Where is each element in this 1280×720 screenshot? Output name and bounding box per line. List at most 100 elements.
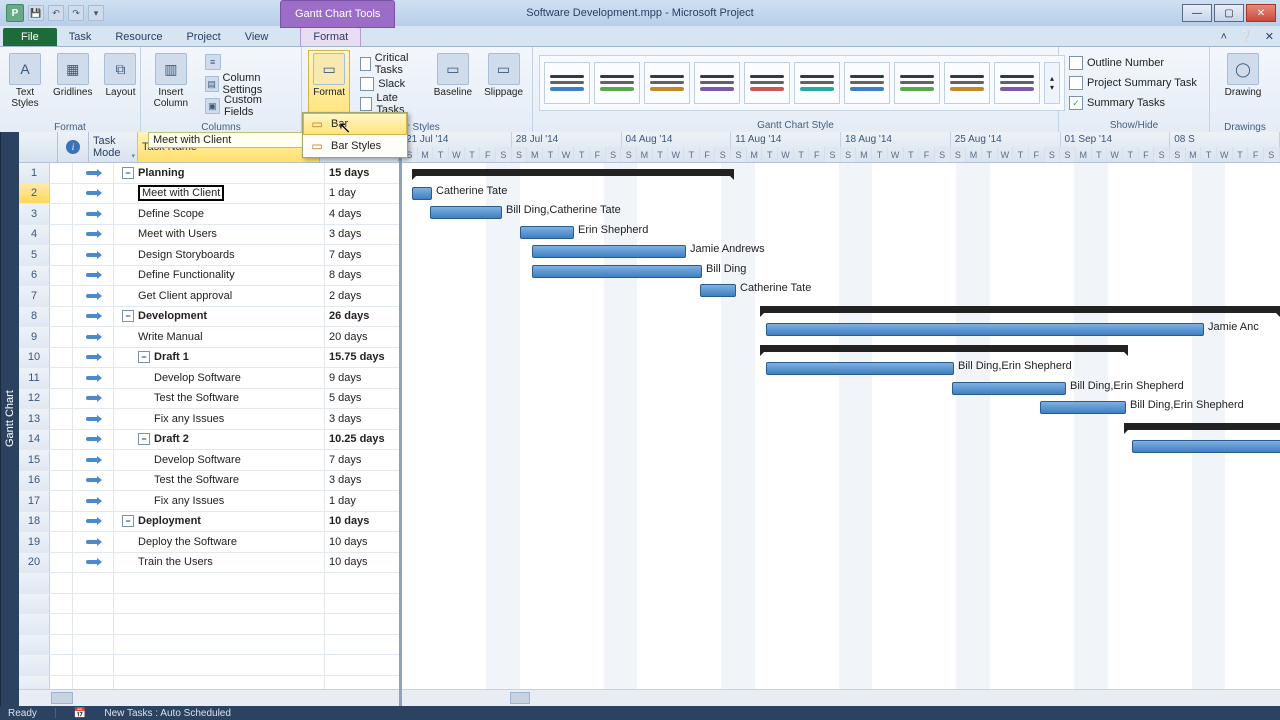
tab-task[interactable]: Task xyxy=(57,28,104,46)
task-mode-cell[interactable] xyxy=(73,163,114,183)
duration-cell[interactable]: 7 days xyxy=(325,245,399,265)
task-mode-cell[interactable] xyxy=(73,266,114,286)
duration-cell[interactable]: 4 days xyxy=(325,204,399,224)
qat-customize-icon[interactable]: ▾ xyxy=(88,5,104,21)
status-new-tasks-icon[interactable]: 📅 xyxy=(74,708,86,719)
table-row[interactable]: 15Develop Software7 days xyxy=(19,450,399,471)
task-name-cell[interactable]: Develop Software xyxy=(114,450,325,470)
row-number[interactable]: 8 xyxy=(19,307,50,327)
row-number[interactable]: 15 xyxy=(19,450,50,470)
duration-cell[interactable]: 10.25 days xyxy=(325,430,399,450)
row-number[interactable]: 19 xyxy=(19,532,50,552)
task-name-cell[interactable]: Fix any Issues xyxy=(114,491,325,511)
save-icon[interactable]: 💾 xyxy=(28,5,44,21)
task-mode-cell[interactable] xyxy=(73,471,114,491)
gantt-style-item[interactable] xyxy=(644,62,690,104)
task-bar[interactable] xyxy=(412,187,432,200)
table-row[interactable]: 11 Develop Software9 days xyxy=(19,368,399,389)
row-number[interactable]: 10 xyxy=(19,348,50,368)
task-mode-cell[interactable] xyxy=(73,225,114,245)
table-row[interactable]: 5 Design Storyboards7 days xyxy=(19,245,399,266)
format-dropdown-bar-styles[interactable]: ▭Bar Styles xyxy=(303,135,407,157)
gantt-style-item[interactable] xyxy=(994,62,1040,104)
task-name-cell[interactable]: −Deployment xyxy=(114,512,325,532)
tab-resource[interactable]: Resource xyxy=(103,28,174,46)
duration-cell[interactable]: 10 days xyxy=(325,532,399,552)
task-mode-cell[interactable] xyxy=(73,553,114,573)
undo-icon[interactable]: ↶ xyxy=(48,5,64,21)
outline-toggle-icon[interactable]: − xyxy=(138,433,150,445)
slack-checkbox[interactable]: Slack xyxy=(356,75,424,93)
table-row[interactable]: 2Meet with Client1 day xyxy=(19,184,399,205)
task-mode-cell[interactable] xyxy=(73,184,114,204)
tab-view[interactable]: View xyxy=(233,28,281,46)
task-mode-cell[interactable] xyxy=(73,204,114,224)
row-number[interactable]: 11 xyxy=(19,368,50,388)
column-settings-button[interactable]: ▤Column Settings xyxy=(201,74,295,94)
task-name-cell[interactable]: −Draft 2 xyxy=(114,430,325,450)
task-bar[interactable] xyxy=(1132,440,1280,453)
task-mode-cell[interactable] xyxy=(73,389,114,409)
task-mode-cell[interactable] xyxy=(73,245,114,265)
task-bar[interactable] xyxy=(952,382,1066,395)
table-row[interactable]: 10−Draft 115.75 days xyxy=(19,348,399,369)
task-name-cell[interactable]: Develop Software xyxy=(114,368,325,388)
table-row[interactable]: 3Define Scope4 days xyxy=(19,204,399,225)
task-name-cell[interactable]: Deploy the Software xyxy=(114,532,325,552)
row-number[interactable]: 13 xyxy=(19,409,50,429)
duration-cell[interactable]: 10 days xyxy=(325,553,399,573)
gantt-style-item[interactable] xyxy=(944,62,990,104)
gantt-style-item[interactable] xyxy=(594,62,640,104)
gantt-h-scrollbar[interactable] xyxy=(402,689,1280,706)
close-button[interactable]: ✕ xyxy=(1246,4,1276,22)
duration-cell[interactable]: 1 day xyxy=(325,491,399,511)
maximize-button[interactable]: ▢ xyxy=(1214,4,1244,22)
slippage-button[interactable]: ▭Slippage xyxy=(481,50,526,118)
table-row[interactable]: 1−Planning15 days xyxy=(19,163,399,184)
tab-format[interactable]: Format xyxy=(300,27,361,46)
gantt-style-item[interactable] xyxy=(544,62,590,104)
task-mode-cell[interactable] xyxy=(73,348,114,368)
task-mode-cell[interactable] xyxy=(73,532,114,552)
task-mode-cell[interactable] xyxy=(73,409,114,429)
row-number[interactable]: 5 xyxy=(19,245,50,265)
row-number[interactable]: 20 xyxy=(19,553,50,573)
format-dropdown-bar[interactable]: ▭Bar xyxy=(303,113,407,135)
row-number[interactable]: 1 xyxy=(19,163,50,183)
table-row[interactable]: 17Fix any Issues1 day xyxy=(19,491,399,512)
task-name-cell[interactable]: Design Storyboards xyxy=(114,245,325,265)
row-number[interactable]: 3 xyxy=(19,204,50,224)
row-number[interactable]: 7 xyxy=(19,286,50,306)
table-row[interactable]: 7Get Client approval2 days xyxy=(19,286,399,307)
duration-cell[interactable]: 9 days xyxy=(325,368,399,388)
table-row[interactable]: 14 −Draft 210.25 days xyxy=(19,430,399,451)
tab-project[interactable]: Project xyxy=(174,28,232,46)
duration-cell[interactable]: 5 days xyxy=(325,389,399,409)
gantt-style-item[interactable] xyxy=(794,62,840,104)
summary-bar[interactable] xyxy=(1124,423,1280,430)
task-bar[interactable] xyxy=(700,284,736,297)
indicators-header[interactable]: i xyxy=(58,132,89,162)
gantt-style-item[interactable] xyxy=(894,62,940,104)
summary-bar[interactable] xyxy=(760,345,1128,352)
outline-number-checkbox[interactable]: Outline Number xyxy=(1065,54,1201,72)
row-number[interactable]: 9 xyxy=(19,327,50,347)
duration-cell[interactable]: 3 days xyxy=(325,471,399,491)
table-row[interactable]: 13Fix any Issues3 days xyxy=(19,409,399,430)
view-bar-label[interactable]: Gantt Chart xyxy=(0,132,19,706)
outline-toggle-icon[interactable]: − xyxy=(122,310,134,322)
layout-button[interactable]: ⧉Layout xyxy=(101,50,139,118)
task-name-cell[interactable]: Meet with Client xyxy=(114,184,325,204)
duration-cell[interactable]: 15 days xyxy=(325,163,399,183)
gantt-style-item[interactable] xyxy=(694,62,740,104)
table-row[interactable]: 8−Development26 days xyxy=(19,307,399,328)
task-name-cell[interactable]: −Development xyxy=(114,307,325,327)
task-name-cell[interactable]: Get Client approval xyxy=(114,286,325,306)
drawing-button[interactable]: ◯Drawing xyxy=(1216,50,1270,118)
task-mode-header[interactable]: Task Mode▾ xyxy=(89,132,138,162)
row-number[interactable]: 14 xyxy=(19,430,50,450)
row-number[interactable]: 16 xyxy=(19,471,50,491)
duration-cell[interactable]: 10 days xyxy=(325,512,399,532)
duration-cell[interactable]: 20 days xyxy=(325,327,399,347)
redo-icon[interactable]: ↷ xyxy=(68,5,84,21)
